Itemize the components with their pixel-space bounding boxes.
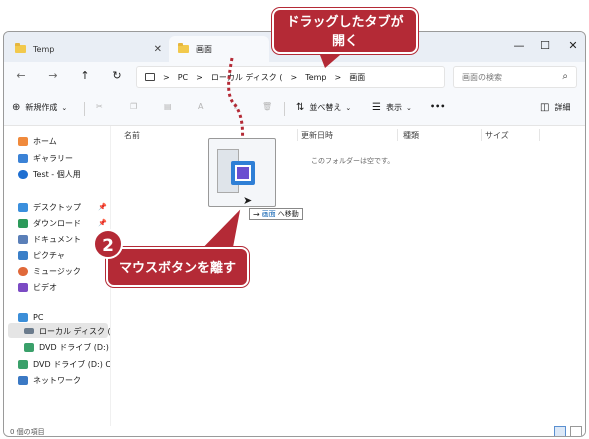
mouse-cursor-icon: ➤ <box>243 194 253 207</box>
dragged-tab-thumbnail: ➤ <box>208 138 276 207</box>
app-thumbnail-icon <box>231 161 255 185</box>
callout-text-line2: 開く <box>331 34 358 49</box>
drag-tooltip: → 画面 へ移動 <box>249 208 303 220</box>
step-number-badge: 2 <box>93 229 123 259</box>
drag-action: へ移動 <box>277 210 299 218</box>
app-thumbnail-inner <box>235 165 251 181</box>
callout-text-line1: ドラッグしたタブが <box>286 15 404 30</box>
callout-pointer <box>320 55 340 68</box>
callout-pointer <box>198 206 242 251</box>
app-thumbnail-mark <box>237 167 249 179</box>
move-arrow-icon: → <box>253 209 260 219</box>
annotation-callout-tab-opens: ドラッグしたタブが 開く <box>272 8 418 54</box>
annotation-callout-release: マウスボタンを離す <box>106 247 249 287</box>
drag-target-name: 画面 <box>261 210 276 218</box>
